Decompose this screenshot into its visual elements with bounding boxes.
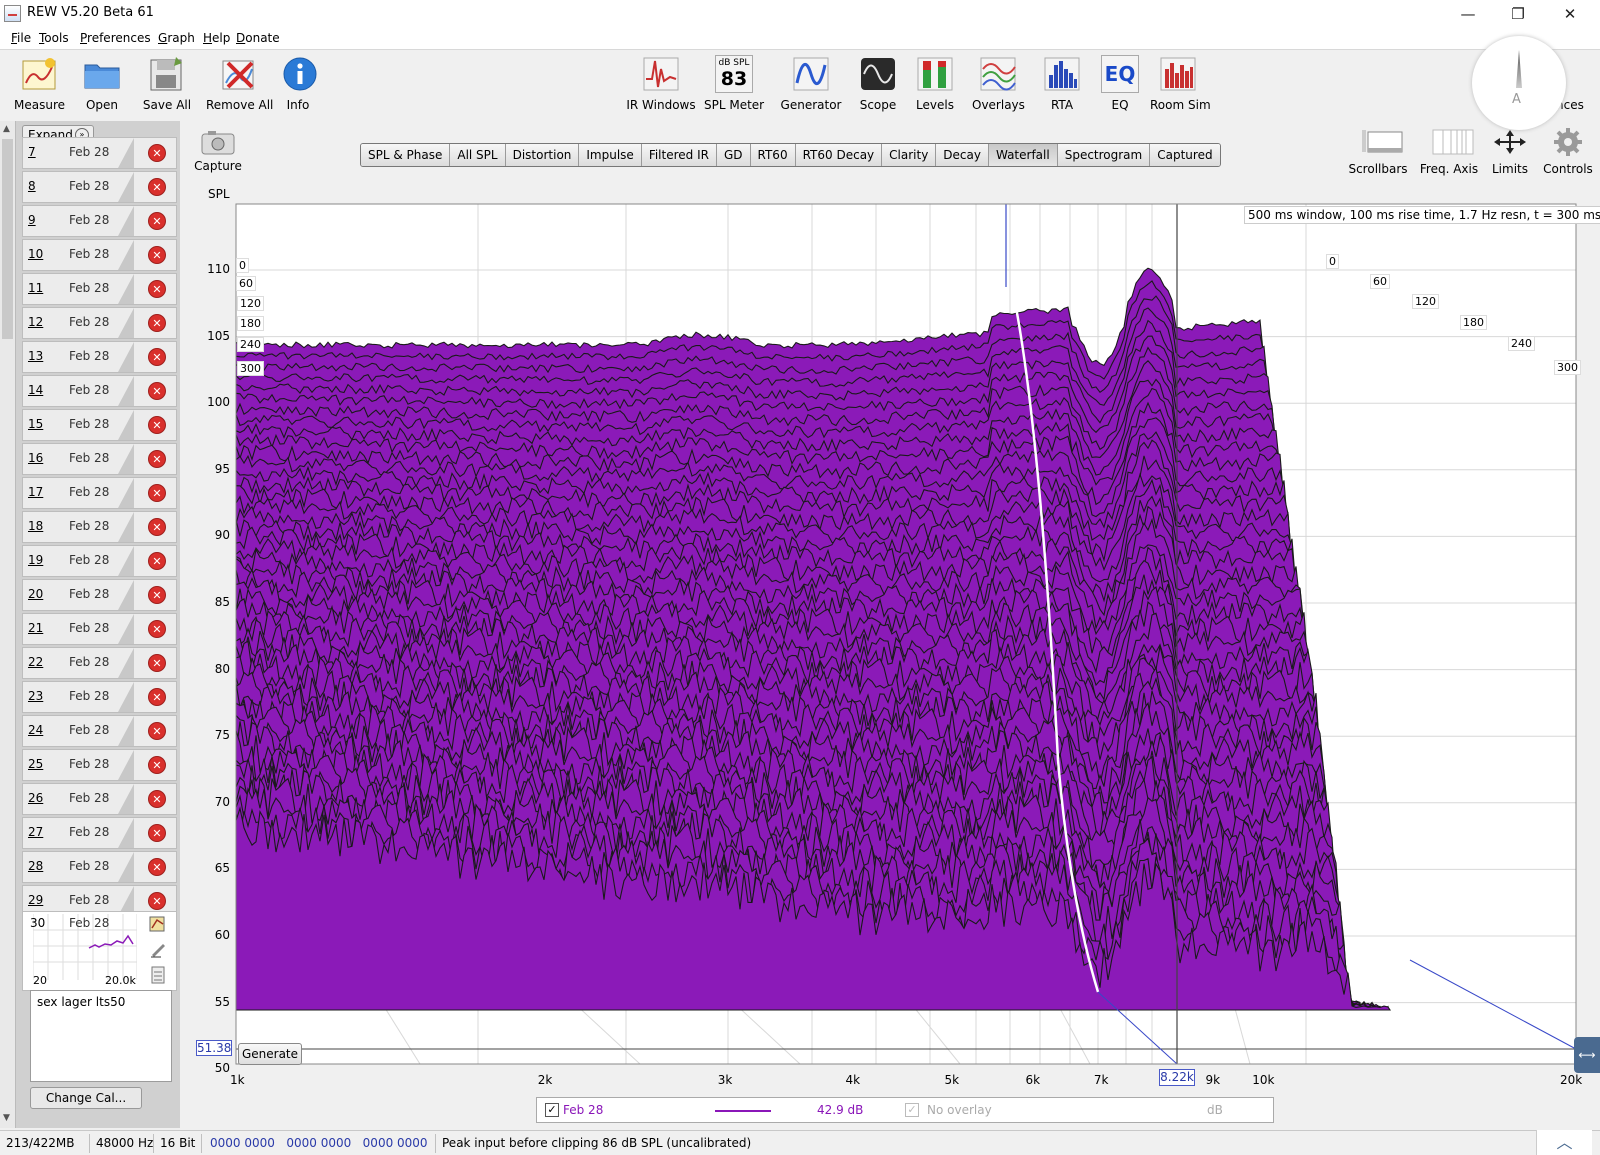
- y-tick-label: 95: [214, 461, 230, 476]
- waterfall-slices: [236, 267, 1392, 1011]
- overlay-label: No overlay: [927, 1103, 992, 1117]
- x-tick-label: 2k: [537, 1073, 553, 1087]
- time-tick-right: 120: [1412, 294, 1439, 309]
- x-tick-label: 5k: [944, 1073, 960, 1087]
- generate-button[interactable]: Generate: [238, 1043, 302, 1065]
- y-tick-label: 80: [214, 661, 230, 676]
- legend-name: Feb 28: [563, 1103, 604, 1117]
- y-tick-label: 65: [214, 861, 230, 876]
- status-bar: 213/422MB 48000 Hz 16 Bit 0000 0000 0000…: [0, 1130, 1600, 1155]
- y-tick-label: 105: [207, 328, 230, 343]
- legend-line-swatch: [715, 1110, 771, 1112]
- overlay-checkbox[interactable]: ✓: [905, 1103, 919, 1117]
- time-tick-left: 60: [236, 276, 256, 291]
- legend-value: 42.9 dB: [817, 1103, 864, 1117]
- x-tick-label: 7k: [1093, 1073, 1109, 1087]
- x-tick-label: 9k: [1205, 1073, 1221, 1087]
- x-tick-label: 4k: [845, 1073, 861, 1087]
- y-tick-label: 60: [214, 928, 230, 942]
- y-tick-label: 70: [214, 794, 230, 809]
- graph-legend: ✓ Feb 28 42.9 dB ✓ No overlay dB: [536, 1097, 1274, 1123]
- time-tick-right: 60: [1370, 274, 1390, 289]
- time-tick-right: 240: [1508, 336, 1535, 351]
- memory-usage: 213/422MB: [2, 1134, 90, 1153]
- time-tick-left: 0: [236, 258, 249, 273]
- y-tick-label: 100: [207, 395, 230, 410]
- time-tick-left: 240: [237, 337, 264, 352]
- x-tick-label: 3k: [717, 1073, 733, 1087]
- time-tick-left: 180: [237, 316, 264, 331]
- y-axis-label: SPL: [208, 187, 230, 201]
- x-tick-label: 20k: [1560, 1073, 1583, 1087]
- cursor-freq-readout: 8.22k: [1159, 1069, 1195, 1086]
- y-tick-label: 55: [214, 994, 230, 1009]
- y-tick-label: 90: [214, 528, 230, 543]
- waterfall-info: 500 ms window, 100 ms rise time, 1.7 Hz …: [1244, 206, 1600, 224]
- overlay-unit: dB: [1207, 1103, 1223, 1117]
- time-tick-right: 0: [1326, 254, 1339, 269]
- x-tick-label: 10k: [1252, 1073, 1275, 1087]
- cursor-spl-readout: 51.38: [196, 1040, 232, 1056]
- collapse-chevron-icon[interactable]: ︿: [1536, 1130, 1592, 1155]
- input-levels: 0000 0000 0000 0000 0000 0000: [206, 1134, 436, 1153]
- time-tick-right: 180: [1460, 315, 1487, 330]
- y-tick-label: 50: [214, 1061, 230, 1076]
- sample-rate: 48000 Hz: [92, 1134, 154, 1153]
- time-tick-right: 300: [1554, 360, 1581, 375]
- x-tick-label: 6k: [1025, 1073, 1041, 1087]
- legend-checkbox[interactable]: ✓: [545, 1103, 559, 1117]
- bit-depth: 16 Bit: [156, 1134, 202, 1153]
- y-tick-label: 75: [214, 728, 230, 743]
- y-tick-label: 85: [214, 595, 230, 609]
- rew-window: REW V5.20 Beta 61 — ❐ ✕ File Tools Prefe…: [0, 0, 1600, 1155]
- graph-side-handle[interactable]: ⟷: [1574, 1037, 1600, 1073]
- status-message: Peak input before clipping 86 dB SPL (un…: [442, 1136, 752, 1150]
- waterfall-plot[interactable]: [0, 0, 1600, 1155]
- time-tick-left: 120: [237, 296, 264, 311]
- x-tick-label: 1k: [230, 1073, 245, 1087]
- y-tick-label: 110: [207, 262, 230, 276]
- time-tick-left: 300: [237, 361, 264, 376]
